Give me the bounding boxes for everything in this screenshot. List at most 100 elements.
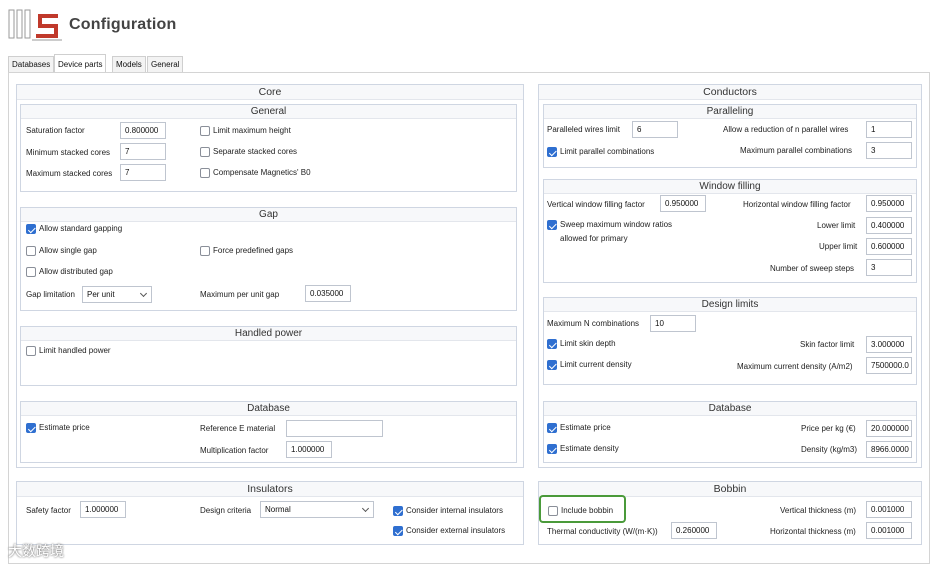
min-stacked-input[interactable]: 7: [120, 143, 166, 160]
limit-handled-power-label: Limit handled power: [39, 346, 111, 355]
tab-databases[interactable]: Databases: [8, 56, 55, 72]
compensate-b0-label: Compensate Magnetics' B0: [213, 168, 311, 177]
max-stacked-input[interactable]: 7: [120, 164, 166, 181]
price-per-kg-label: Price per kg (€): [801, 424, 856, 433]
allow-standard-gapping-label: Allow standard gapping: [39, 224, 123, 233]
vertical-thickness-input[interactable]: 0.001000: [866, 501, 912, 518]
compensate-b0-checkbox[interactable]: Compensate Magnetics' B0: [200, 167, 311, 179]
price-per-kg-input[interactable]: 20.000000: [866, 420, 912, 437]
saturation-factor-label: Saturation factor: [26, 126, 85, 135]
horizontal-thickness-label: Horizontal thickness (m): [770, 527, 856, 536]
include-bobbin-checkbox[interactable]: Include bobbin: [548, 505, 613, 517]
max-per-unit-gap-label: Maximum per unit gap: [200, 290, 280, 299]
skin-factor-limit-label: Skin factor limit: [800, 340, 855, 349]
safety-factor-input[interactable]: 1.000000: [80, 501, 126, 518]
max-parallel-combinations-input[interactable]: 3: [866, 142, 912, 159]
core-title: Core: [17, 85, 523, 100]
upper-limit-label: Upper limit: [819, 242, 858, 251]
paralleled-wires-limit-input[interactable]: 6: [632, 121, 678, 138]
max-current-density-input[interactable]: 7500000.0: [866, 357, 912, 374]
chevron-down-icon: [139, 289, 148, 298]
conductors-estimate-price-checkbox[interactable]: Estimate price: [547, 422, 611, 434]
design-limits-title: Design limits: [544, 298, 916, 312]
skin-factor-limit-input[interactable]: 3.000000: [866, 336, 912, 353]
design-criteria-value: Normal: [265, 505, 291, 514]
app-header: Configuration: [0, 0, 934, 52]
sweep-window-ratios-checkbox[interactable]: Sweep maximum window ratios: [547, 219, 672, 231]
core-estimate-price-checkbox[interactable]: Estimate price: [26, 422, 90, 434]
allow-reduction-label: Allow a reduction of n parallel wires: [723, 125, 849, 134]
limit-skin-depth-checkbox[interactable]: Limit skin depth: [547, 338, 616, 350]
horizontal-thickness-input[interactable]: 0.001000: [866, 522, 912, 539]
watermark: 大数跨境: [8, 544, 64, 560]
app-title: Configuration: [69, 16, 177, 33]
allow-standard-gapping-checkbox[interactable]: Allow standard gapping: [26, 223, 122, 235]
horizontal-window-filling-input[interactable]: 0.950000: [866, 195, 912, 212]
core-estimate-price-label: Estimate price: [39, 423, 90, 432]
tab-models[interactable]: Models: [112, 56, 146, 72]
consider-external-insulators-checkbox[interactable]: Consider external insulators: [393, 525, 505, 537]
max-current-density-label: Maximum current density (A/m2): [737, 362, 853, 371]
design-criteria-label: Design criteria: [200, 506, 252, 515]
lower-limit-input[interactable]: 0.400000: [866, 217, 912, 234]
vertical-thickness-label: Vertical thickness (m): [780, 506, 857, 515]
limit-current-density-checkbox[interactable]: Limit current density: [547, 359, 632, 371]
reference-e-material-label: Reference E material: [200, 424, 276, 433]
consider-internal-insulators-checkbox[interactable]: Consider internal insulators: [393, 505, 503, 517]
separate-stacked-label: Separate stacked cores: [213, 147, 298, 156]
gap-title: Gap: [21, 208, 516, 222]
vertical-window-filling-input[interactable]: 0.950000: [660, 195, 706, 212]
gap-limitation-label: Gap limitation: [26, 290, 75, 299]
force-predefined-gaps-label: Force predefined gaps: [213, 246, 294, 255]
thermal-conductivity-label: Thermal conductivity (W/(m·K)): [547, 527, 658, 536]
allow-reduction-input[interactable]: 1: [866, 121, 912, 138]
sweep-window-ratios-label-line2: allowed for primary: [560, 234, 628, 243]
window-filling-title: Window filling: [544, 180, 916, 194]
saturation-factor-input[interactable]: 0.800000: [120, 122, 166, 139]
conductors-database-title: Database: [544, 402, 916, 416]
density-label: Density (kg/m3): [801, 445, 858, 454]
window-filling-group: Window filling: [543, 179, 917, 283]
multiplication-factor-input[interactable]: 1.000000: [286, 441, 332, 458]
handled-power-title: Handled power: [21, 327, 516, 341]
max-n-combinations-input[interactable]: 10: [650, 315, 696, 332]
app-logo-icon: [8, 9, 62, 41]
paralleling-group: Paralleling: [543, 104, 917, 168]
consider-internal-insulators-label: Consider internal insulators: [406, 506, 503, 515]
limit-parallel-combinations-checkbox[interactable]: Limit parallel combinations: [547, 146, 654, 158]
upper-limit-input[interactable]: 0.600000: [866, 238, 912, 255]
max-n-combinations-label: Maximum N combinations: [547, 319, 640, 328]
estimate-density-checkbox[interactable]: Estimate density: [547, 443, 619, 455]
tab-device-parts[interactable]: Device parts: [54, 54, 107, 72]
core-general-title: General: [21, 105, 516, 119]
tab-general[interactable]: General: [147, 56, 184, 72]
sweep-steps-input[interactable]: 3: [866, 259, 912, 276]
reference-e-material-input[interactable]: [286, 420, 383, 437]
max-per-unit-gap-input[interactable]: 0.035000: [305, 285, 351, 302]
separate-stacked-checkbox[interactable]: Separate stacked cores: [200, 146, 297, 158]
gap-limitation-select[interactable]: Per unit: [82, 286, 152, 303]
force-predefined-gaps-checkbox[interactable]: Force predefined gaps: [200, 245, 293, 257]
conductors-estimate-price-label: Estimate price: [560, 423, 611, 432]
max-stacked-label: Maximum stacked cores: [26, 169, 113, 178]
paralleled-wires-limit-label: Paralleled wires limit: [547, 125, 620, 134]
gap-limitation-value: Per unit: [87, 290, 115, 299]
core-database-title: Database: [21, 402, 516, 416]
include-bobbin-label: Include bobbin: [561, 506, 614, 515]
paralleling-title: Paralleling: [544, 105, 916, 119]
limit-handled-power-checkbox[interactable]: Limit handled power: [26, 345, 111, 357]
min-stacked-label: Minimum stacked cores: [26, 148, 111, 157]
density-input[interactable]: 8966.0000: [866, 441, 912, 458]
allow-distributed-gap-label: Allow distributed gap: [39, 267, 113, 276]
allow-distributed-gap-checkbox[interactable]: Allow distributed gap: [26, 266, 113, 278]
limit-max-height-label: Limit maximum height: [213, 126, 291, 135]
chevron-down-icon: [361, 504, 370, 513]
limit-max-height-checkbox[interactable]: Limit maximum height: [200, 125, 291, 137]
allow-single-gap-checkbox[interactable]: Allow single gap: [26, 245, 97, 257]
consider-external-insulators-label: Consider external insulators: [406, 526, 506, 535]
safety-factor-label: Safety factor: [26, 506, 71, 515]
thermal-conductivity-input[interactable]: 0.260000: [671, 522, 717, 539]
design-criteria-select[interactable]: Normal: [260, 501, 374, 518]
conductors-title: Conductors: [539, 85, 921, 100]
limit-parallel-combinations-label: Limit parallel combinations: [560, 147, 655, 156]
